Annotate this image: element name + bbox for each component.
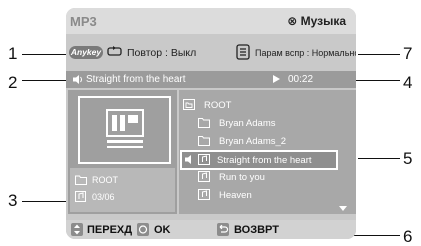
callout-4: 4	[403, 73, 413, 92]
scroll-down-icon[interactable]	[339, 206, 347, 211]
leader-line-3	[22, 201, 68, 202]
list-item-label: Run to you	[219, 172, 265, 183]
folder-icon	[198, 118, 210, 128]
bottom-button-bar: ПЕРЕХД OK ВОЗВРТ	[66, 220, 356, 239]
list-item-label: Straight from the heart	[217, 155, 312, 166]
folder-icon	[198, 136, 210, 146]
music-note-icon	[198, 154, 210, 165]
playback-settings-icon	[236, 44, 250, 60]
section-label: ⊗ Музыка	[287, 14, 346, 28]
list-item-track[interactable]: Run to you	[198, 169, 348, 185]
list-item-folder[interactable]: Bryan Adams	[198, 115, 348, 131]
enter-icon	[137, 223, 149, 236]
move-button[interactable]: ПЕРЕХД	[87, 224, 132, 236]
now-playing-bar: Straight from the heart 00:22	[66, 71, 356, 88]
list-item-label: Heaven	[219, 190, 252, 201]
mode-label: MP3	[70, 14, 97, 29]
ok-button[interactable]: OK	[154, 224, 171, 236]
speaker-icon	[185, 155, 191, 164]
repeat-status[interactable]: Повтор : Выкл	[127, 47, 196, 59]
back-button[interactable]: ВОЗВРТ	[234, 224, 279, 236]
mp3-player-screen: MP3 ⊗ Музыка Anykey Повтор : Выкл Парам …	[66, 8, 356, 239]
list-item-label: ROOT	[204, 100, 232, 111]
callout-2: 2	[8, 73, 18, 92]
play-icon	[273, 75, 280, 83]
file-list: ROOT Bryan Adams Bryan Adams_2 Straight …	[179, 90, 356, 214]
anykey-button[interactable]: Anykey	[69, 46, 103, 59]
music-note-icon	[75, 191, 86, 202]
list-item-parent-folder[interactable]: ROOT	[183, 97, 343, 113]
list-item-track[interactable]: Heaven	[198, 187, 348, 203]
leader-line-2	[22, 80, 72, 81]
info-panel: ROOT 03/06	[68, 90, 177, 214]
track-info-box: ROOT 03/06	[70, 168, 175, 212]
track-counter: 03/06	[92, 192, 115, 202]
leader-line-5	[358, 158, 400, 159]
leader-line-1	[22, 54, 68, 55]
status-row: Anykey Повтор : Выкл Парам вспр : Нормал…	[66, 44, 356, 62]
callout-1: 1	[8, 44, 18, 63]
callout-3: 3	[8, 191, 18, 210]
title-bar: MP3 ⊗ Музыка	[66, 8, 356, 34]
list-item-folder[interactable]: Bryan Adams_2	[198, 133, 348, 149]
list-item-label: Bryan Adams_2	[219, 136, 287, 147]
folder-icon	[75, 175, 87, 185]
now-playing-title: Straight from the heart	[86, 74, 186, 85]
speaker-icon	[73, 75, 82, 84]
navigate-arrows-icon	[71, 223, 83, 236]
return-icon	[217, 223, 229, 236]
current-folder: ROOT	[92, 175, 118, 185]
mp3-logo-icon	[106, 109, 144, 148]
mp3-logo-frame	[78, 96, 171, 164]
callout-5: 5	[403, 149, 413, 168]
list-item-label: Bryan Adams	[219, 118, 276, 129]
music-note-icon	[198, 189, 210, 200]
leader-line-7	[358, 54, 400, 55]
list-item-selected-track[interactable]: Straight from the heart	[180, 150, 338, 170]
elapsed-time: 00:22	[288, 74, 314, 85]
playback-params-status[interactable]: Парам вспр : Нормальное	[255, 48, 356, 58]
callout-7: 7	[403, 44, 413, 63]
parent-folder-icon	[183, 99, 195, 110]
repeat-icon	[107, 46, 122, 56]
callout-6: 6	[403, 227, 413, 246]
music-note-icon	[198, 171, 210, 182]
